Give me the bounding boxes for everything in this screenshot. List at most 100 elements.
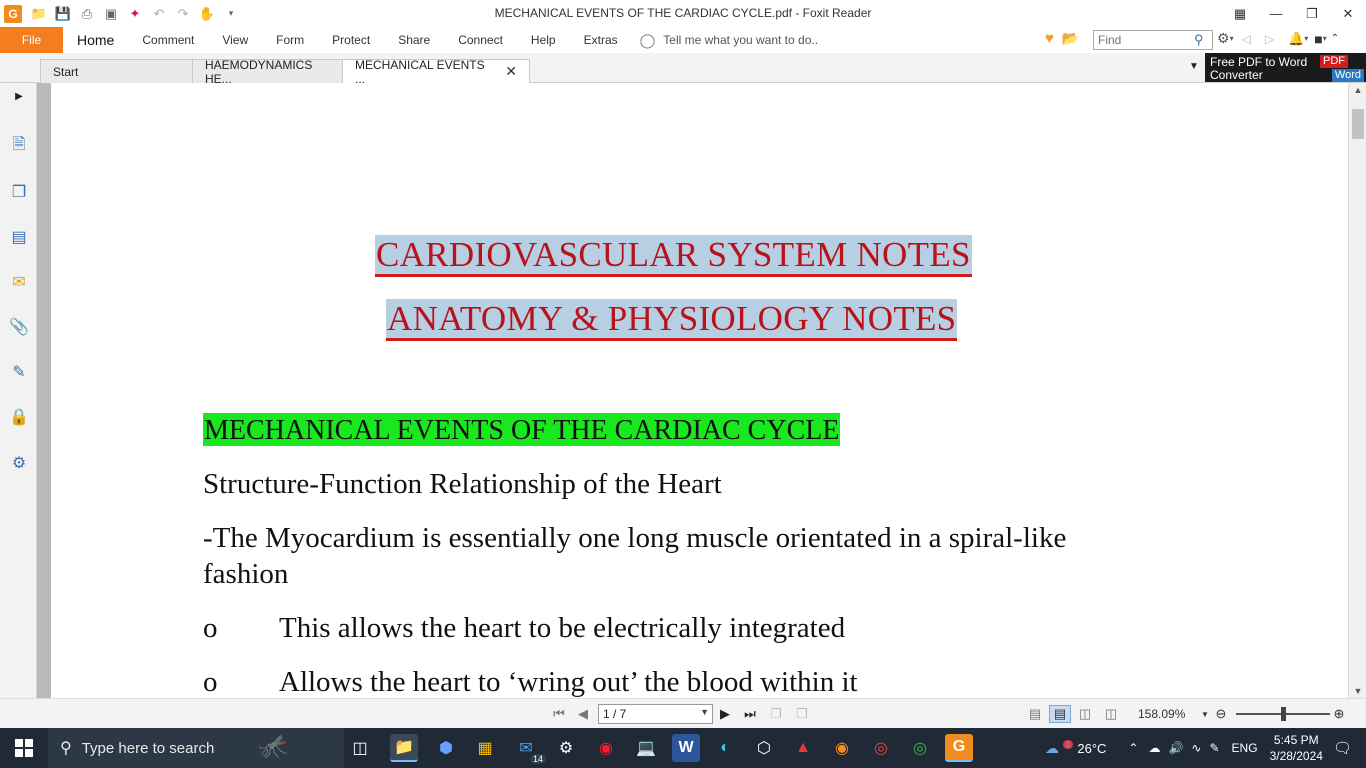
chrome-icon[interactable]: ◎: [867, 734, 895, 762]
start-button[interactable]: [0, 728, 48, 768]
page-dropdown-icon[interactable]: ▼: [700, 707, 709, 717]
layers-icon[interactable]: ▤: [8, 226, 30, 248]
document-page[interactable]: CARDIOVASCULAR SYSTEM NOTES ANATOMY & PH…: [51, 83, 1341, 698]
undo-icon[interactable]: ↶: [150, 5, 168, 23]
file-explorer-icon[interactable]: 📁: [390, 734, 418, 762]
volume-icon[interactable]: 🔊: [1168, 741, 1183, 755]
zoom-out-icon[interactable]: ⊖: [1213, 705, 1229, 723]
zoom-level[interactable]: 158.09%: [1138, 707, 1185, 721]
bookmarks-icon[interactable]: 🗎: [8, 135, 30, 157]
task-view-icon[interactable]: ◫: [346, 734, 374, 762]
pdf-to-word-ad[interactable]: Free PDF to Word Converter PDF Word: [1205, 53, 1366, 82]
triangle-app-icon[interactable]: ▲: [789, 734, 817, 762]
menu-view[interactable]: View: [208, 27, 262, 53]
notifications-icon[interactable]: 🗨: [1333, 739, 1352, 757]
tell-me-box[interactable]: ◯ Tell me what you want to do..: [640, 32, 818, 49]
file-tab[interactable]: File: [0, 27, 63, 53]
scroll-thumb[interactable]: [1352, 109, 1364, 139]
next-view-icon[interactable]: ❐: [794, 705, 810, 723]
facing-pages-icon[interactable]: ◫: [1077, 705, 1093, 723]
find-box[interactable]: ⚲: [1093, 30, 1213, 50]
menu-home[interactable]: Home: [63, 27, 128, 53]
account-dropdown-icon[interactable]: ▾: [1323, 34, 1327, 43]
tab-list-dropdown-icon[interactable]: ▼: [1189, 61, 1199, 72]
search-icon[interactable]: ⚲: [1194, 32, 1204, 48]
chrome-profile-icon[interactable]: ◎: [906, 734, 934, 762]
security-lock-icon[interactable]: 🔒: [8, 406, 30, 428]
restore-button[interactable]: ❐: [1294, 0, 1330, 27]
page-number-input[interactable]: 1 / 7 ▼: [598, 704, 713, 724]
collapse-ribbon-icon[interactable]: ⌃: [1331, 33, 1339, 44]
continuous-facing-icon[interactable]: ◫: [1103, 705, 1119, 723]
close-tab-icon[interactable]: ✕: [505, 63, 517, 80]
signatures-icon[interactable]: ✎: [8, 361, 30, 383]
close-window-button[interactable]: ✕: [1330, 0, 1366, 27]
foxit-reader-icon[interactable]: G: [945, 734, 973, 762]
menu-connect[interactable]: Connect: [444, 27, 517, 53]
mail-icon[interactable]: ✉ 14: [512, 734, 546, 764]
previous-view-icon[interactable]: ❐: [768, 705, 784, 723]
show-hidden-icons[interactable]: ⌃: [1128, 741, 1138, 755]
notification-bell-icon[interactable]: 🔔: [1288, 31, 1304, 47]
menu-protect[interactable]: Protect: [318, 27, 384, 53]
minimize-button[interactable]: —: [1258, 0, 1294, 27]
save-icon[interactable]: 💾: [54, 5, 72, 23]
comments-icon[interactable]: ✉: [8, 271, 30, 293]
open-folder-icon[interactable]: 📁: [30, 5, 48, 23]
previous-result-icon[interactable]: ◁: [1242, 32, 1251, 46]
edge-icon[interactable]: ◐: [711, 734, 739, 762]
menu-form[interactable]: Form: [262, 27, 318, 53]
redo-icon[interactable]: ↷: [174, 5, 192, 23]
attachments-icon[interactable]: 📎: [8, 316, 30, 338]
menu-extras[interactable]: Extras: [570, 27, 632, 53]
settings-icon[interactable]: ⚙: [552, 734, 580, 762]
digital-id-icon[interactable]: ⚙: [8, 452, 30, 474]
next-page-icon[interactable]: ▶: [718, 705, 732, 723]
customize-toolbar-icon[interactable]: ▾: [222, 5, 240, 23]
expand-panel-icon[interactable]: ▶: [8, 85, 30, 107]
tab-haemodynamics[interactable]: HAEMODYNAMICS HE...: [192, 58, 344, 86]
zoom-dropdown-icon[interactable]: ▼: [1200, 705, 1210, 723]
scroll-up-icon[interactable]: ▲: [1349, 83, 1366, 97]
word-icon[interactable]: W: [672, 734, 700, 762]
find-input[interactable]: [1098, 33, 1194, 47]
continuous-page-icon[interactable]: ▤: [1049, 705, 1071, 723]
3d-viewer-icon[interactable]: ⬡: [750, 734, 778, 762]
menu-comment[interactable]: Comment: [128, 27, 208, 53]
previous-page-icon[interactable]: ◀: [576, 705, 590, 723]
microsoft-store-icon[interactable]: ▦: [471, 734, 499, 762]
tab-mechanical-events[interactable]: MECHANICAL EVENTS ... ✕: [342, 58, 530, 86]
taskbar-search[interactable]: ⚲ Type here to search 🦟: [48, 728, 344, 768]
zoom-in-icon[interactable]: ⊕: [1331, 705, 1347, 723]
folder-search-icon[interactable]: 📂: [1062, 30, 1079, 47]
zoom-slider-thumb[interactable]: [1281, 707, 1287, 721]
print-icon[interactable]: ⎙: [78, 5, 96, 23]
settings-gear-icon[interactable]: ⚙: [1217, 30, 1230, 47]
clock[interactable]: 5:45 PM 3/28/2024: [1270, 732, 1323, 764]
wifi-icon[interactable]: ∿: [1191, 741, 1201, 755]
account-icon[interactable]: ■: [1314, 31, 1322, 47]
new-document-icon[interactable]: ✦: [126, 5, 144, 23]
notification-dropdown-icon[interactable]: ▾: [1304, 34, 1308, 43]
pen-icon[interactable]: ✎: [1209, 741, 1219, 755]
hand-tool-icon[interactable]: ✋: [198, 5, 216, 23]
heart-icon[interactable]: ♥: [1045, 30, 1054, 47]
power-automate-icon[interactable]: ⬢: [432, 734, 460, 762]
first-page-icon[interactable]: ⏮: [552, 705, 566, 723]
firefox-icon[interactable]: ◉: [828, 734, 856, 762]
ribbon-display-icon[interactable]: ▦: [1222, 0, 1258, 27]
next-result-icon[interactable]: ▷: [1265, 32, 1274, 46]
vertical-scrollbar[interactable]: ▲ ▼: [1348, 83, 1366, 698]
menu-share[interactable]: Share: [384, 27, 444, 53]
weather-temp[interactable]: 26°C: [1077, 741, 1106, 756]
tab-start[interactable]: Start: [40, 59, 196, 83]
menu-help[interactable]: Help: [517, 27, 570, 53]
scroll-down-icon[interactable]: ▼: [1349, 684, 1366, 698]
single-page-icon[interactable]: ▤: [1027, 705, 1043, 723]
opera-icon[interactable]: ◉: [592, 734, 620, 762]
language-indicator[interactable]: ENG: [1232, 741, 1258, 755]
weather-icon[interactable]: ☁ 1: [1045, 739, 1074, 757]
properties-icon[interactable]: ▣: [102, 5, 120, 23]
network-error-icon[interactable]: ☁: [1148, 741, 1160, 755]
last-page-icon[interactable]: ⏭: [742, 705, 758, 723]
